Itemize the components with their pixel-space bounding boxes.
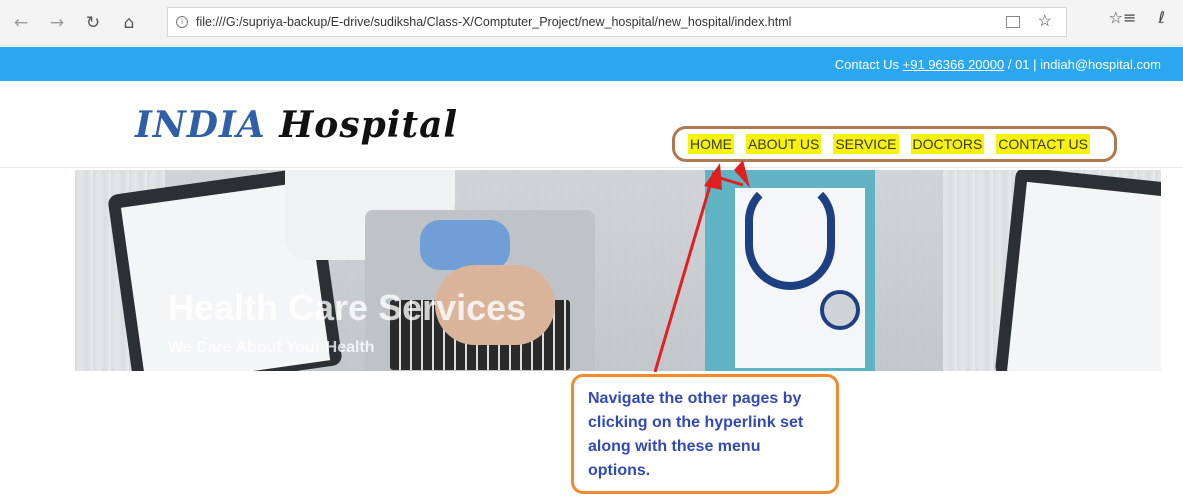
menu-doctors[interactable]: DOCTORS bbox=[910, 134, 985, 154]
clipboard-right-image bbox=[994, 170, 1161, 371]
banner-title: Health Care Services bbox=[168, 287, 527, 328]
browser-toolbar: ← → ↻ ⌂ i file:///G:/supriya-backup/E-dr… bbox=[0, 0, 1183, 46]
pen-icon[interactable]: ℓ bbox=[1158, 8, 1165, 27]
logo-india: INDIA bbox=[135, 104, 266, 146]
contact-topbar: Contact Us +91 96366 20000 / 01 | indiah… bbox=[0, 47, 1183, 81]
home-icon[interactable]: ⌂ bbox=[114, 8, 144, 38]
logo-hospital: Hospital bbox=[279, 104, 459, 146]
favorites-list-icon[interactable]: ☆≡ bbox=[1109, 8, 1137, 27]
main-menu: HOME ABOUT US SERVICE DOCTORS CONTACT US bbox=[688, 134, 1090, 154]
banner-subtitle: We Care About Your Health bbox=[168, 339, 375, 356]
contact-details: / 01 | indiah@hospital.com bbox=[1007, 56, 1161, 72]
favorite-star-icon[interactable]: ☆ bbox=[1038, 11, 1052, 31]
annotation-callout: Navigate the other pages by clicking on … bbox=[571, 374, 839, 494]
forward-icon[interactable]: → bbox=[42, 8, 72, 38]
url-text: file:///G:/supriya-backup/E-drive/sudiks… bbox=[196, 15, 792, 29]
back-icon[interactable]: ← bbox=[6, 8, 36, 38]
stethoscope-head-icon bbox=[820, 290, 860, 330]
site-logo[interactable]: INDIA Hospital bbox=[135, 104, 458, 146]
menu-home[interactable]: HOME bbox=[688, 134, 734, 154]
hero-banner: Health Care Services We Care About Your … bbox=[75, 170, 1161, 371]
address-bar[interactable]: i file:///G:/supriya-backup/E-drive/sudi… bbox=[167, 7, 1067, 37]
contact-label: Contact Us bbox=[834, 56, 900, 72]
header-divider bbox=[0, 167, 1183, 168]
sleeve-image bbox=[420, 220, 510, 270]
browser-right-tools: ☆≡ ℓ bbox=[1109, 8, 1165, 27]
menu-contact-us[interactable]: CONTACT US bbox=[996, 134, 1090, 154]
menu-about-us[interactable]: ABOUT US bbox=[746, 134, 822, 154]
callout-text: Navigate the other pages by clicking on … bbox=[588, 390, 804, 479]
info-icon[interactable]: i bbox=[176, 16, 188, 28]
refresh-icon[interactable]: ↻ bbox=[78, 8, 108, 38]
phone-link[interactable]: +91 96366 20000 bbox=[903, 57, 1005, 72]
reading-view-icon[interactable] bbox=[1006, 16, 1020, 28]
menu-service[interactable]: SERVICE bbox=[833, 134, 899, 154]
stethoscope-icon bbox=[745, 180, 835, 290]
